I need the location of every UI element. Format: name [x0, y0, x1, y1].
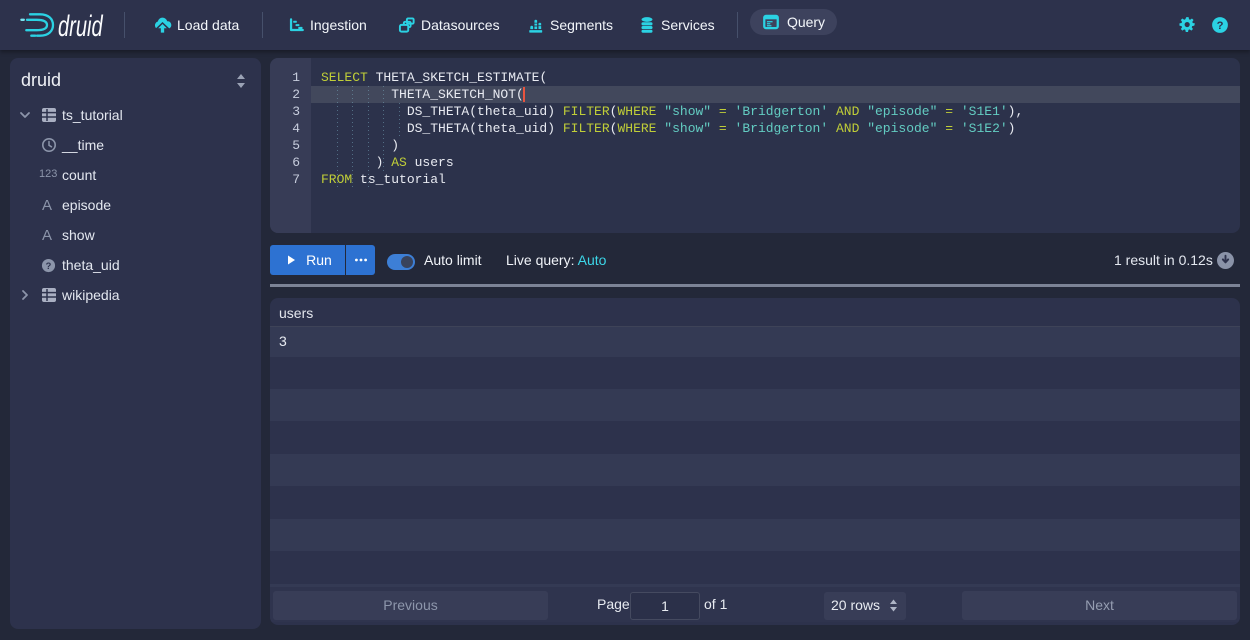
svg-text:?: ? [1217, 20, 1224, 32]
svg-text:?: ? [46, 260, 52, 270]
